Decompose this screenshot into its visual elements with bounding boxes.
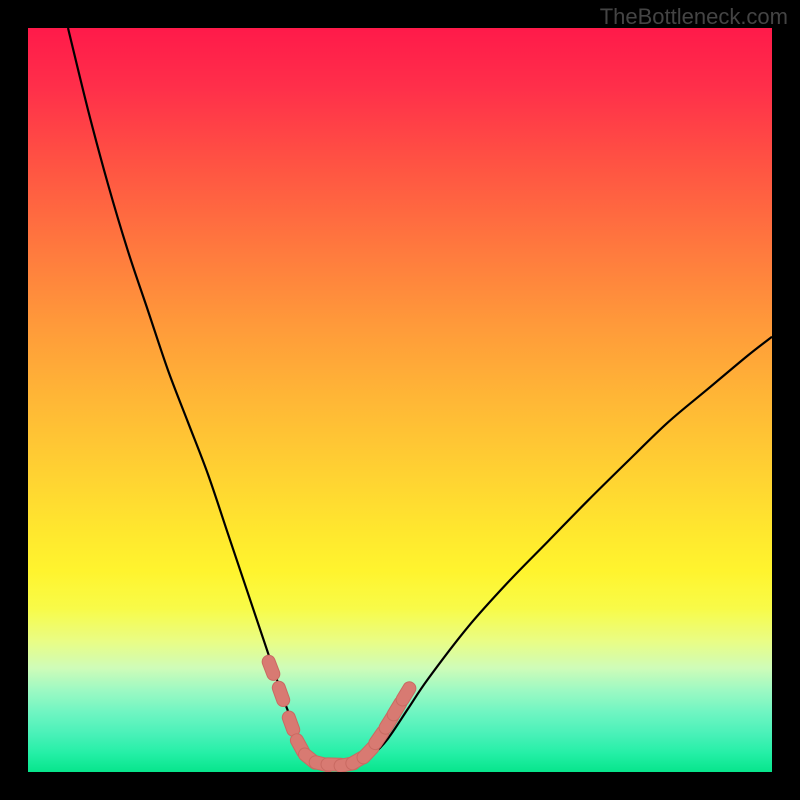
marker-group xyxy=(260,653,418,772)
markers-layer xyxy=(28,28,772,772)
plot-area xyxy=(28,28,772,772)
highlight-marker xyxy=(260,653,281,682)
watermark-text: TheBottleneck.com xyxy=(600,4,788,30)
highlight-marker xyxy=(394,679,419,708)
highlight-marker xyxy=(270,679,291,708)
